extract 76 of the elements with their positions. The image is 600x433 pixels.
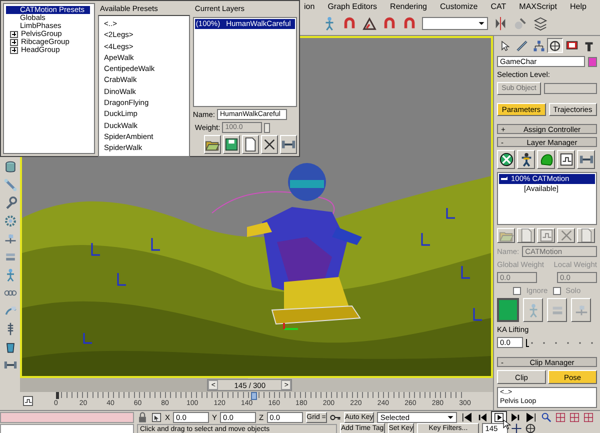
menu-item[interactable]: Customize (438, 2, 479, 10)
document-icon (243, 137, 258, 152)
hierarchy-icon (532, 40, 545, 52)
transform-gizmo-icon (283, 323, 298, 330)
go-to-end-icon[interactable] (524, 412, 538, 422)
folder-button[interactable] (497, 228, 515, 243)
zoom-icon[interactable] (541, 412, 552, 422)
current-frame-marker[interactable] (250, 392, 257, 400)
lock-icon[interactable] (137, 412, 148, 422)
magnet-icon[interactable] (382, 16, 397, 31)
pin-icon[interactable] (2, 232, 18, 246)
menu-item[interactable]: Graph Editors (326, 2, 378, 10)
cylinder-icon[interactable] (2, 160, 18, 174)
anchor-button[interactable] (571, 298, 591, 322)
selection-set-dropdown[interactable] (422, 17, 488, 30)
no-symbol-button[interactable] (497, 150, 515, 169)
magnet-icon[interactable] (342, 16, 357, 31)
document-button[interactable] (517, 228, 535, 243)
graph-button[interactable] (537, 228, 555, 243)
delete-icon (262, 137, 277, 152)
zoom-all-icon[interactable] (583, 412, 594, 422)
layers-icon[interactable] (533, 16, 548, 31)
expander-icon[interactable] (10, 30, 18, 38)
gear-icon[interactable] (2, 214, 18, 228)
delete-button[interactable] (261, 135, 278, 154)
expander-icon[interactable] (10, 46, 18, 54)
graph-button[interactable] (557, 150, 575, 169)
figure-button[interactable] (523, 298, 543, 322)
play-icon[interactable] (492, 412, 506, 422)
new-button[interactable] (242, 135, 259, 154)
delete-button[interactable] (557, 228, 575, 243)
dumbbell-button[interactable] (577, 150, 595, 169)
pan-icon[interactable] (511, 423, 522, 433)
go-to-start-icon[interactable] (460, 412, 474, 422)
wheel-icon (549, 40, 562, 52)
slider-thumb[interactable] (526, 338, 529, 346)
document-button[interactable] (577, 228, 595, 243)
document-icon (578, 228, 594, 243)
graph-icon (538, 228, 554, 243)
layer-color-swatch[interactable] (497, 298, 519, 322)
monitor-icon (566, 40, 578, 52)
mouse-cursor-icon (503, 418, 512, 431)
pointer-icon (498, 40, 511, 52)
orbit-icon[interactable] (525, 423, 536, 433)
menu-item[interactable]: Rendering (389, 2, 428, 10)
blob-icon (538, 152, 554, 167)
menu-item[interactable]: ion (303, 2, 316, 10)
open-button[interactable] (204, 135, 221, 154)
selection-icon[interactable] (151, 412, 162, 422)
panel-tab[interactable] (547, 38, 564, 53)
weights-button[interactable] (280, 135, 297, 154)
spinner-arrows[interactable] (264, 122, 270, 132)
curve-editor-icon[interactable] (20, 395, 36, 407)
menu-item[interactable]: CAT (490, 2, 508, 10)
zoom-all-icon[interactable] (569, 412, 580, 422)
listener-output[interactable] (0, 424, 134, 433)
save-button[interactable] (223, 135, 240, 154)
no-symbol-icon (498, 152, 514, 167)
sub-object-dropdown[interactable] (544, 83, 597, 94)
blob-button[interactable] (537, 150, 555, 169)
graph-icon (558, 152, 574, 167)
menu-item[interactable]: MAXScript (518, 2, 558, 10)
key-marker (56, 392, 59, 399)
curve-icon (516, 40, 528, 52)
menu-item[interactable]: Help (568, 2, 588, 10)
stack-button[interactable] (547, 298, 567, 322)
angle-snap-icon[interactable] (362, 16, 377, 31)
mirror-icon[interactable] (493, 16, 508, 31)
hammer-icon (583, 40, 596, 52)
object-color-swatch[interactable] (588, 56, 597, 66)
delete-icon (558, 228, 574, 243)
magnet-icon[interactable] (402, 16, 417, 31)
figure-button[interactable] (517, 150, 535, 169)
document-icon (518, 228, 534, 243)
expander-icon[interactable] (10, 38, 18, 46)
zoom-all-icon[interactable] (555, 412, 566, 422)
